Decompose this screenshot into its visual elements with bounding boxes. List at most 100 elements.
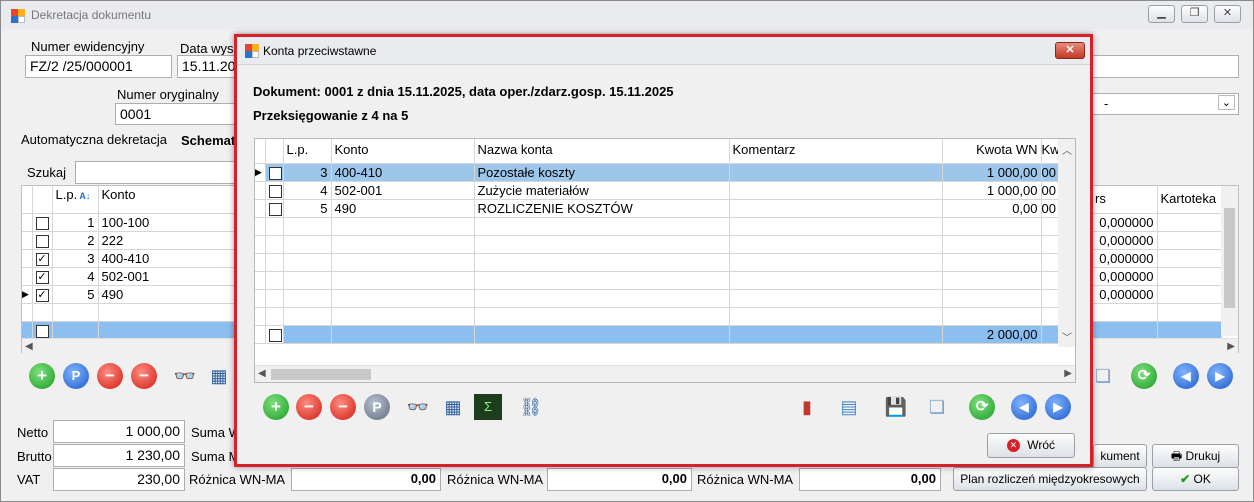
table-row[interactable]: 5 490 ROZLICZENIE KOSZTÓW 0,00 00	[255, 199, 1059, 218]
table-row[interactable]: ✓ 4 502-001	[22, 267, 248, 286]
binoculars-icon[interactable]: 👓	[171, 363, 199, 389]
table-row[interactable]: 0,000000	[1092, 285, 1222, 304]
table-row[interactable]: 2 222	[22, 231, 248, 250]
row-rate: 0,000000	[1092, 285, 1158, 304]
dialog-grid-vscroll[interactable]: ︿ ﹀	[1058, 139, 1075, 347]
copy-icon[interactable]: ❏	[923, 394, 951, 420]
roznica-field-2[interactable]: 0,00	[547, 468, 692, 491]
table-row[interactable]: ✓ 3 400-410	[22, 249, 248, 268]
dialog-kwota-ma-header[interactable]: Kw	[1041, 139, 1059, 164]
export-sheet-icon[interactable]: ▤	[835, 394, 863, 420]
minimize-button[interactable]: ▁	[1148, 5, 1175, 23]
dialog-refresh-button[interactable]: ⟳	[969, 394, 995, 420]
dialog-nazwa-header[interactable]: Nazwa konta	[474, 139, 730, 164]
main-grid-vscroll[interactable]	[1221, 186, 1238, 336]
dialog-close-button[interactable]: ✕	[1055, 42, 1085, 59]
row-number: 2	[52, 231, 99, 250]
row-checkbox[interactable]: ✓	[35, 252, 49, 266]
close-button[interactable]: ✕	[1214, 5, 1241, 23]
roznica-field-1[interactable]: 0,00	[291, 468, 441, 491]
main-konto-header[interactable]: Konto	[98, 186, 248, 214]
dialog-lp-header[interactable]: L.p.	[283, 139, 332, 164]
vat-field[interactable]: 230,00	[53, 468, 185, 491]
data-wys-field[interactable]: 15.11.20	[177, 55, 237, 78]
main-grid-right-hscroll[interactable]: ▶	[1092, 338, 1238, 355]
delete-button[interactable]: −	[97, 363, 123, 389]
save-icon[interactable]: 💾	[882, 394, 910, 420]
numer-ewid-field[interactable]: FZ/2 /25/000001	[25, 55, 172, 78]
row-checkbox[interactable]	[35, 216, 49, 230]
table-row[interactable]: 1 100-100	[22, 213, 248, 232]
row-checkbox[interactable]	[268, 184, 282, 198]
main-grid-right-table: rs Kartoteka 0,000000 0,000000 0,000000 0…	[1092, 186, 1222, 340]
scroll-down-icon[interactable]: ﹀	[1062, 329, 1072, 344]
chain-link-icon[interactable]: ⛓	[517, 394, 545, 420]
next-button[interactable]: ▶	[1207, 363, 1233, 389]
dialog-kwota-wn-header[interactable]: Kwota WN	[942, 139, 1042, 164]
hscroll-thumb[interactable]	[271, 369, 371, 380]
scroll-left-icon[interactable]: ◀	[258, 368, 266, 379]
row-checkbox[interactable]	[268, 202, 282, 216]
sum-checkbox[interactable]	[35, 324, 49, 338]
sum-checkbox[interactable]	[268, 328, 282, 342]
main-lp-header[interactable]: L.p. A↓	[52, 186, 99, 214]
add-button[interactable]: +	[29, 363, 55, 389]
brutto-field[interactable]: 1 230,00	[53, 444, 185, 467]
table-row[interactable]: 0,000000	[1092, 267, 1222, 286]
table-row[interactable]: 0,000000	[1092, 213, 1222, 232]
row-checkbox[interactable]	[268, 166, 282, 180]
vscroll-thumb[interactable]	[1224, 208, 1235, 308]
roznica-field-3[interactable]: 0,00	[799, 468, 941, 491]
dialog-konto-header[interactable]: Konto	[331, 139, 475, 164]
wroc-button[interactable]: ✕ Wróć	[987, 433, 1075, 458]
dialog-titlebar: Konta przeciwstawne ✕	[237, 37, 1090, 65]
dialog-prev-button[interactable]: ◀	[1011, 394, 1037, 420]
dialog-przeksieg-line: Przeksięgowanie z 4 na 5	[253, 108, 409, 123]
row-checkbox[interactable]: ✓	[35, 288, 49, 302]
plan-button[interactable]: Plan rozliczeń międzyokresowych	[953, 467, 1147, 491]
maximize-button[interactable]: ❐	[1181, 5, 1208, 23]
dialog-add-button[interactable]: +	[263, 394, 289, 420]
dokument-button[interactable]: kument	[1093, 444, 1147, 468]
main-grid-right: rs Kartoteka 0,000000 0,000000 0,000000 0…	[1091, 185, 1239, 355]
table-row[interactable]: ▶ ✓ 5 490	[22, 285, 248, 304]
grid-settings-icon[interactable]: ▦	[439, 394, 467, 420]
scroll-up-icon[interactable]: ︿	[1062, 142, 1072, 157]
table-row[interactable]: 4 502-001 Zużycie materiałów 1 000,00 00	[255, 181, 1059, 200]
prev-button[interactable]: ◀	[1173, 363, 1199, 389]
binoculars-icon[interactable]: 👓	[404, 394, 432, 420]
dialog-p-button[interactable]: P	[364, 394, 390, 420]
table-row[interactable]: 0,000000	[1092, 231, 1222, 250]
data-wys-label: Data wys	[180, 41, 234, 56]
dialog-next-button[interactable]: ▶	[1045, 394, 1071, 420]
szukaj-input[interactable]	[75, 161, 245, 184]
row-checkbox[interactable]: ✓	[35, 270, 49, 284]
formula-icon[interactable]: Σ	[474, 394, 502, 420]
scroll-right-icon[interactable]: ▶	[1064, 368, 1072, 379]
scroll-right-icon[interactable]: ▶	[1227, 341, 1235, 352]
table-row[interactable]: 0,000000	[1092, 249, 1222, 268]
dialog-delete-button[interactable]: −	[296, 394, 322, 420]
rs-header[interactable]: rs	[1092, 186, 1158, 214]
scroll-left-icon[interactable]: ◀	[25, 341, 33, 352]
main-grid-hscroll[interactable]: ◀	[22, 338, 247, 355]
netto-field[interactable]: 1 000,00	[53, 420, 185, 443]
dialog-grid-hscroll[interactable]: ◀ ▶	[255, 365, 1075, 382]
dialog-delete-checked-button[interactable]: −	[330, 394, 356, 420]
table-row[interactable]: ▶ 3 400-410 Pozostałe koszty 1 000,00 00	[255, 163, 1059, 182]
numer-oryg-field[interactable]: 0001	[115, 103, 239, 125]
ok-button[interactable]: ✔ OK	[1152, 467, 1239, 491]
grid-settings-icon[interactable]: ▦	[205, 363, 233, 389]
sort-az-icon: A↓	[77, 191, 91, 201]
drukuj-button[interactable]: 🖶 Drukuj	[1152, 444, 1239, 468]
kartoteka-header[interactable]: Kartoteka	[1157, 186, 1222, 214]
row-checkbox[interactable]	[35, 234, 49, 248]
dialog-komentarz-header[interactable]: Komentarz	[729, 139, 943, 164]
right-top-field[interactable]	[1091, 55, 1239, 78]
refresh-button[interactable]: ⟳	[1131, 363, 1157, 389]
right-dropdown[interactable]: - ⌄	[1091, 93, 1239, 115]
chart-icon[interactable]: ▮	[793, 394, 821, 420]
copy-icon[interactable]: ❏	[1089, 363, 1117, 389]
p-search-button[interactable]: P	[63, 363, 89, 389]
delete-checked-button[interactable]: −	[131, 363, 157, 389]
